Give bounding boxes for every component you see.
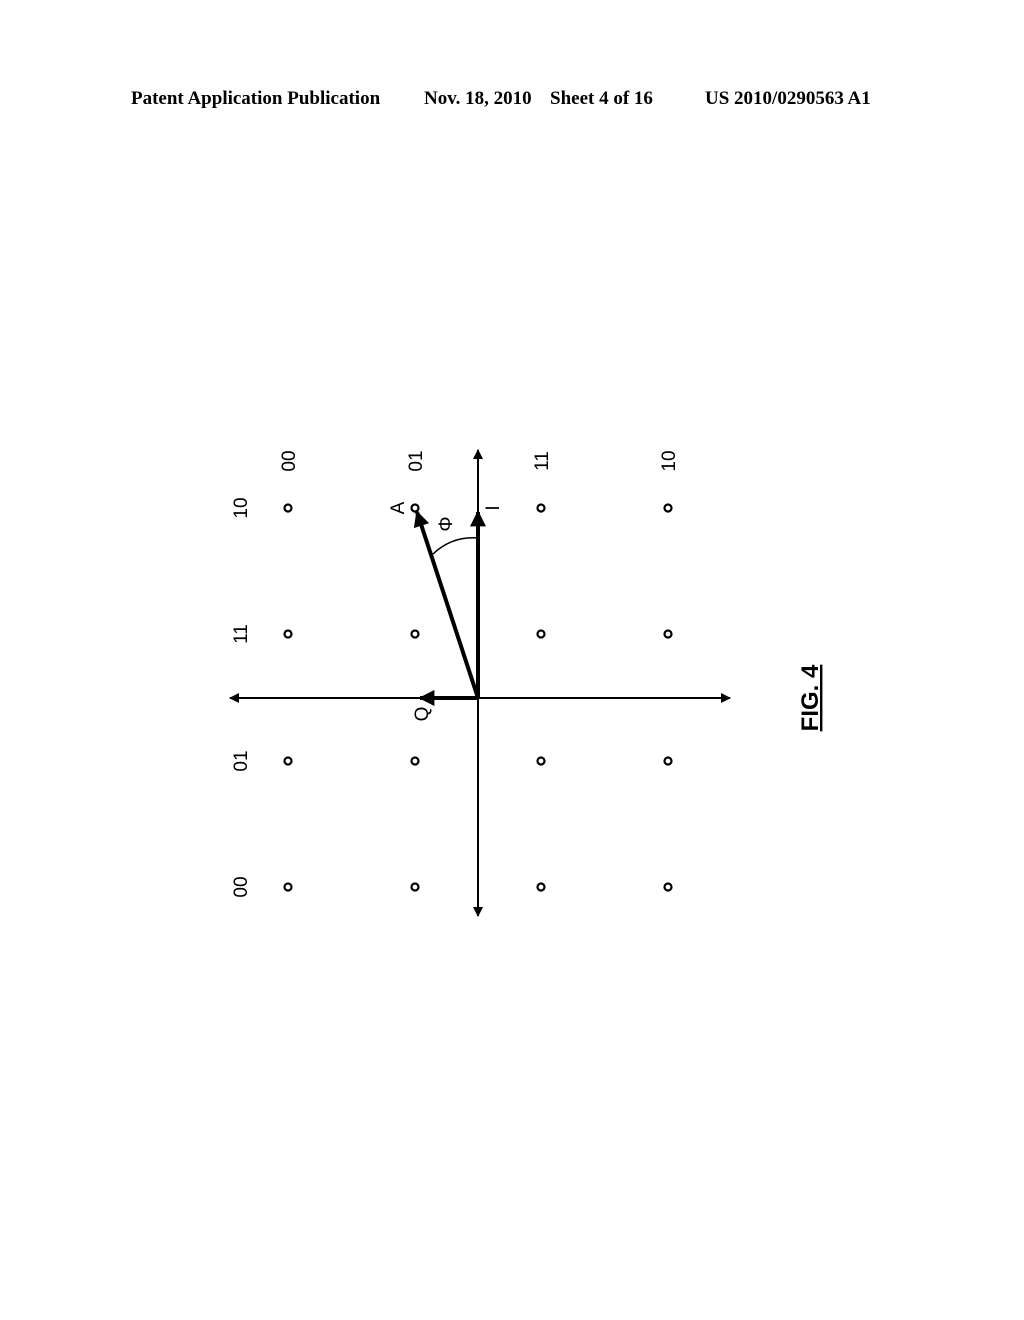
column-label: 11 xyxy=(532,451,553,471)
constellation-point xyxy=(536,882,546,892)
phase-angle-label: Φ xyxy=(436,516,457,531)
constellation-figure: 10 11 01 00 00 01 11 10 A Φ I Q FIG. 4 xyxy=(229,449,824,917)
vector-a-label: A xyxy=(388,501,409,514)
constellation-point xyxy=(410,756,420,766)
row-label: 00 xyxy=(231,876,252,897)
constellation-point xyxy=(410,629,420,639)
q-axis-label: Q xyxy=(412,707,433,722)
row-label: 10 xyxy=(231,497,252,518)
column-label: 01 xyxy=(406,450,427,471)
vector-a-arrow xyxy=(413,510,480,699)
row-label: 01 xyxy=(231,750,252,771)
constellation-point xyxy=(410,503,420,513)
constellation-point xyxy=(283,503,293,513)
figure-label: FIG. 4 xyxy=(797,664,824,731)
constellation-point xyxy=(663,503,673,513)
constellation-point xyxy=(663,756,673,766)
constellation-point xyxy=(536,629,546,639)
i-axis-label: I xyxy=(483,505,504,510)
constellation-point xyxy=(663,629,673,639)
constellation-point xyxy=(536,503,546,513)
column-label: 00 xyxy=(279,450,300,471)
constellation-point xyxy=(536,756,546,766)
constellation-point xyxy=(663,882,673,892)
row-label: 11 xyxy=(231,624,252,644)
column-label: 10 xyxy=(659,450,680,471)
constellation-point xyxy=(283,629,293,639)
constellation-point xyxy=(410,882,420,892)
constellation-point xyxy=(283,756,293,766)
phase-angle-arc xyxy=(432,537,479,555)
constellation-point xyxy=(283,882,293,892)
